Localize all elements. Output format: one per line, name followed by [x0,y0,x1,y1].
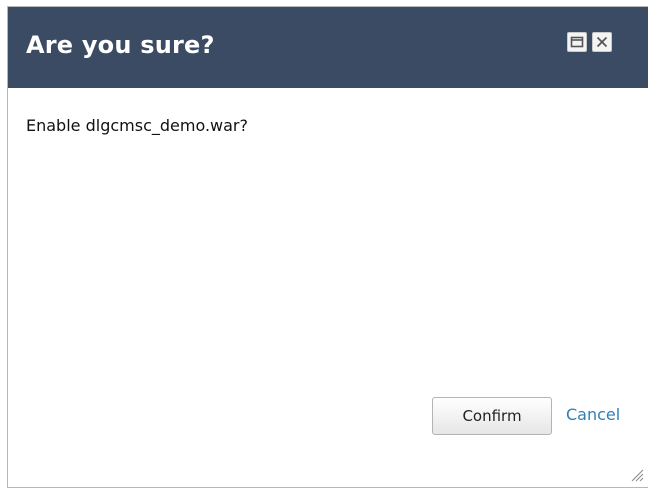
cancel-link[interactable]: Cancel [566,405,620,424]
dialog-message: Enable dlgcmsc_demo.war? [26,116,248,135]
close-icon [596,36,608,48]
confirm-button[interactable]: Confirm [432,397,552,435]
close-button[interactable] [592,32,612,52]
confirmation-dialog: Are you sure? Enable dlgcmsc_demo.war? C… [7,6,648,488]
dialog-title: Are you sure? [26,31,215,59]
dialog-titlebar[interactable]: Are you sure? [8,7,648,88]
maximize-icon [570,36,584,48]
resize-grip-icon[interactable] [630,468,644,482]
maximize-button[interactable] [567,32,587,52]
dialog-body: Enable dlgcmsc_demo.war? Confirm Cancel [8,88,648,488]
